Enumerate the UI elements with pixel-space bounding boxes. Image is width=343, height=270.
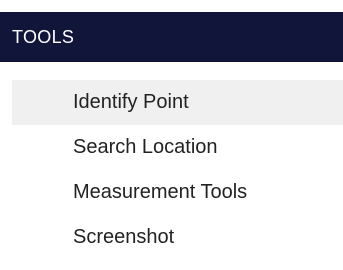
tools-menu: Identify Point Search Location Measureme… <box>12 80 343 260</box>
tools-panel: TOOLS Identify Point Search Location Mea… <box>0 0 343 270</box>
menu-item-identify-point[interactable]: Identify Point <box>12 80 343 125</box>
tools-header: TOOLS <box>0 12 343 62</box>
menu-item-screenshot[interactable]: Screenshot <box>12 215 343 260</box>
menu-item-search-location[interactable]: Search Location <box>12 125 343 170</box>
tools-header-title: TOOLS <box>12 26 75 47</box>
menu-item-measurement-tools[interactable]: Measurement Tools <box>12 170 343 215</box>
